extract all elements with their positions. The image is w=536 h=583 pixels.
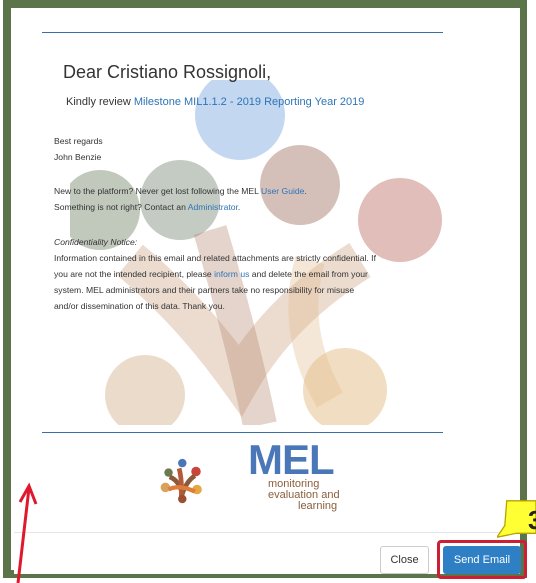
new-platform-suffix: . bbox=[304, 186, 307, 196]
close-button[interactable]: Close bbox=[380, 546, 429, 574]
help-block: New to the platform? Never get lost foll… bbox=[54, 183, 307, 215]
regards-text: Best regards bbox=[54, 136, 103, 146]
callout-badge-number: 3 bbox=[528, 505, 536, 535]
inform-us-link[interactable]: inform us bbox=[214, 269, 249, 279]
send-email-button[interactable]: Send Email bbox=[443, 546, 521, 574]
conf-line-4: and/or dissemination of this data. Thank… bbox=[54, 301, 225, 311]
new-platform-line: New to the platform? Never get lost foll… bbox=[54, 183, 307, 199]
review-prefix: Kindly review bbox=[66, 96, 134, 108]
review-line: Kindly review Milestone MIL1.1.2 - 2019 … bbox=[66, 96, 364, 108]
confidentiality-block: Confidentiality Notice: Information cont… bbox=[54, 234, 376, 314]
top-divider bbox=[42, 32, 443, 33]
sender-name: John Benzie bbox=[54, 152, 102, 162]
contact-suffix: . bbox=[237, 202, 241, 212]
conf-line-2-suffix: and delete the email from your bbox=[249, 269, 368, 279]
user-guide-link[interactable]: User Guide bbox=[261, 186, 304, 196]
mel-tagline: monitoring evaluation and learning bbox=[268, 479, 340, 512]
contact-line: Something is not right? Contact an Admin… bbox=[54, 199, 307, 215]
conf-line-1: Information contained in this email and … bbox=[54, 253, 376, 263]
conf-line-2-prefix: you are not the intended recipient, plea… bbox=[54, 269, 215, 279]
mel-logo-icon bbox=[160, 458, 202, 504]
greeting: Dear Cristiano Rossignoli, bbox=[63, 62, 272, 82]
bottom-divider bbox=[42, 432, 443, 433]
regards-block: Best regards John Benzie bbox=[54, 133, 103, 165]
conf-line-2: you are not the intended recipient, plea… bbox=[54, 266, 376, 282]
new-platform-text: New to the platform? Never get lost foll… bbox=[54, 186, 261, 196]
contact-text: Something is not right? Contact an bbox=[54, 202, 188, 212]
administrator-link[interactable]: Administrator bbox=[188, 202, 238, 212]
conf-line-3: system. MEL administrators and their par… bbox=[54, 285, 355, 295]
confidentiality-title: Confidentiality Notice: bbox=[54, 237, 138, 247]
mel-title: MEL bbox=[248, 436, 335, 483]
milestone-link[interactable]: Milestone MIL1.1.2 - 2019 Reporting Year… bbox=[134, 96, 365, 108]
mel-line-3: learning bbox=[298, 500, 338, 512]
